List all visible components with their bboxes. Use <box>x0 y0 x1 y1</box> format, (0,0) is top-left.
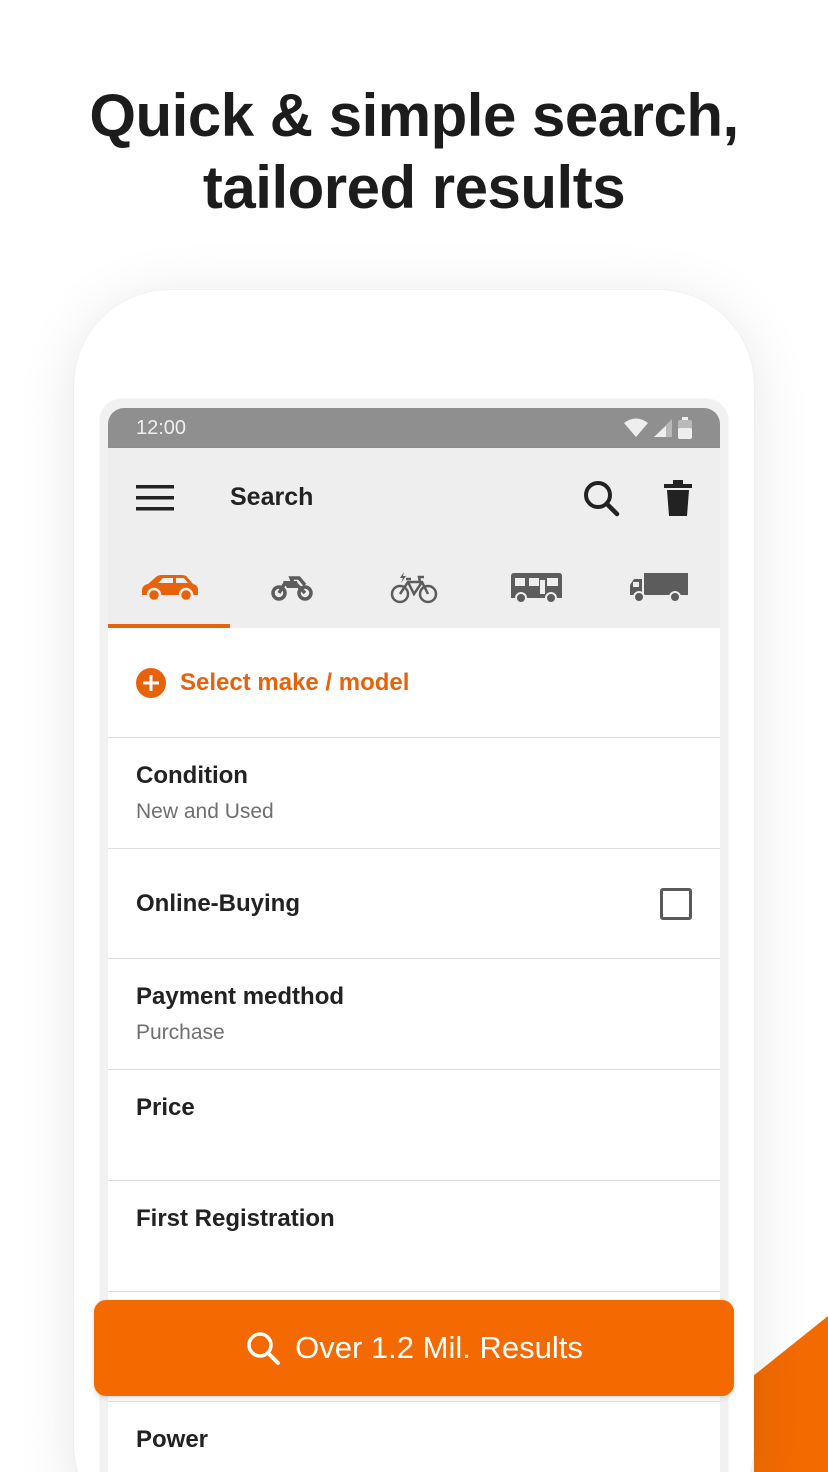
wifi-icon <box>624 418 648 437</box>
payment-method-value: Purchase <box>136 1021 225 1044</box>
online-buying-row[interactable]: Online-Buying <box>108 849 720 959</box>
battery-icon <box>678 417 692 439</box>
car-icon <box>142 574 199 602</box>
results-button-label: Over 1.2 Mil. Results <box>295 1330 583 1365</box>
online-buying-checkbox[interactable] <box>660 887 692 920</box>
status-icons <box>624 417 692 439</box>
first-registration-label: First Registration <box>136 1205 335 1232</box>
headline-line-1: Quick & simple search, <box>89 82 739 149</box>
decorative-orange-shape <box>754 1316 828 1472</box>
condition-value: New and Used <box>136 800 274 823</box>
truck-icon <box>629 572 688 603</box>
payment-method-label: Payment medthod <box>136 983 345 1010</box>
payment-method-row[interactable]: Payment medthod Purchase <box>108 959 720 1070</box>
tab-truck[interactable] <box>598 547 720 628</box>
select-make-model-row[interactable]: Select make / model <box>108 628 720 738</box>
status-bar: 12:00 <box>108 408 720 448</box>
ebike-icon <box>390 571 438 603</box>
app-bar: Search <box>108 448 720 547</box>
price-label: Price <box>136 1094 195 1121</box>
search-icon[interactable] <box>582 479 620 517</box>
motorhome-icon <box>511 572 563 604</box>
price-row[interactable]: Price <box>108 1070 720 1181</box>
tab-car[interactable] <box>108 547 231 628</box>
signal-icon <box>654 419 672 437</box>
search-icon <box>247 1332 281 1365</box>
add-circle-icon <box>136 667 166 698</box>
select-make-model-label: Select make / model <box>180 668 410 696</box>
headline-line-2: tailored results <box>202 154 626 221</box>
page-title: Search <box>230 483 314 511</box>
condition-label: Condition <box>136 762 248 789</box>
condition-row[interactable]: Condition New and Used <box>108 738 720 849</box>
show-results-button[interactable]: Over 1.2 Mil. Results <box>94 1300 734 1396</box>
tab-motorhome[interactable] <box>475 547 597 628</box>
power-label: Power <box>136 1426 209 1453</box>
power-row[interactable]: Power <box>108 1402 720 1472</box>
menu-icon[interactable] <box>136 484 174 511</box>
status-time: 12:00 <box>136 416 187 439</box>
trash-icon[interactable] <box>664 479 692 516</box>
app-bar-actions <box>582 479 692 517</box>
motorbike-icon <box>270 575 313 601</box>
tab-motorbike[interactable] <box>230 547 352 628</box>
tab-ebike[interactable] <box>353 547 475 628</box>
online-buying-label: Online-Buying <box>136 889 300 917</box>
first-registration-row[interactable]: First Registration <box>108 1181 720 1292</box>
page-headline: Quick & simple search, tailored results <box>0 80 828 224</box>
vehicle-type-tabs <box>108 547 720 628</box>
